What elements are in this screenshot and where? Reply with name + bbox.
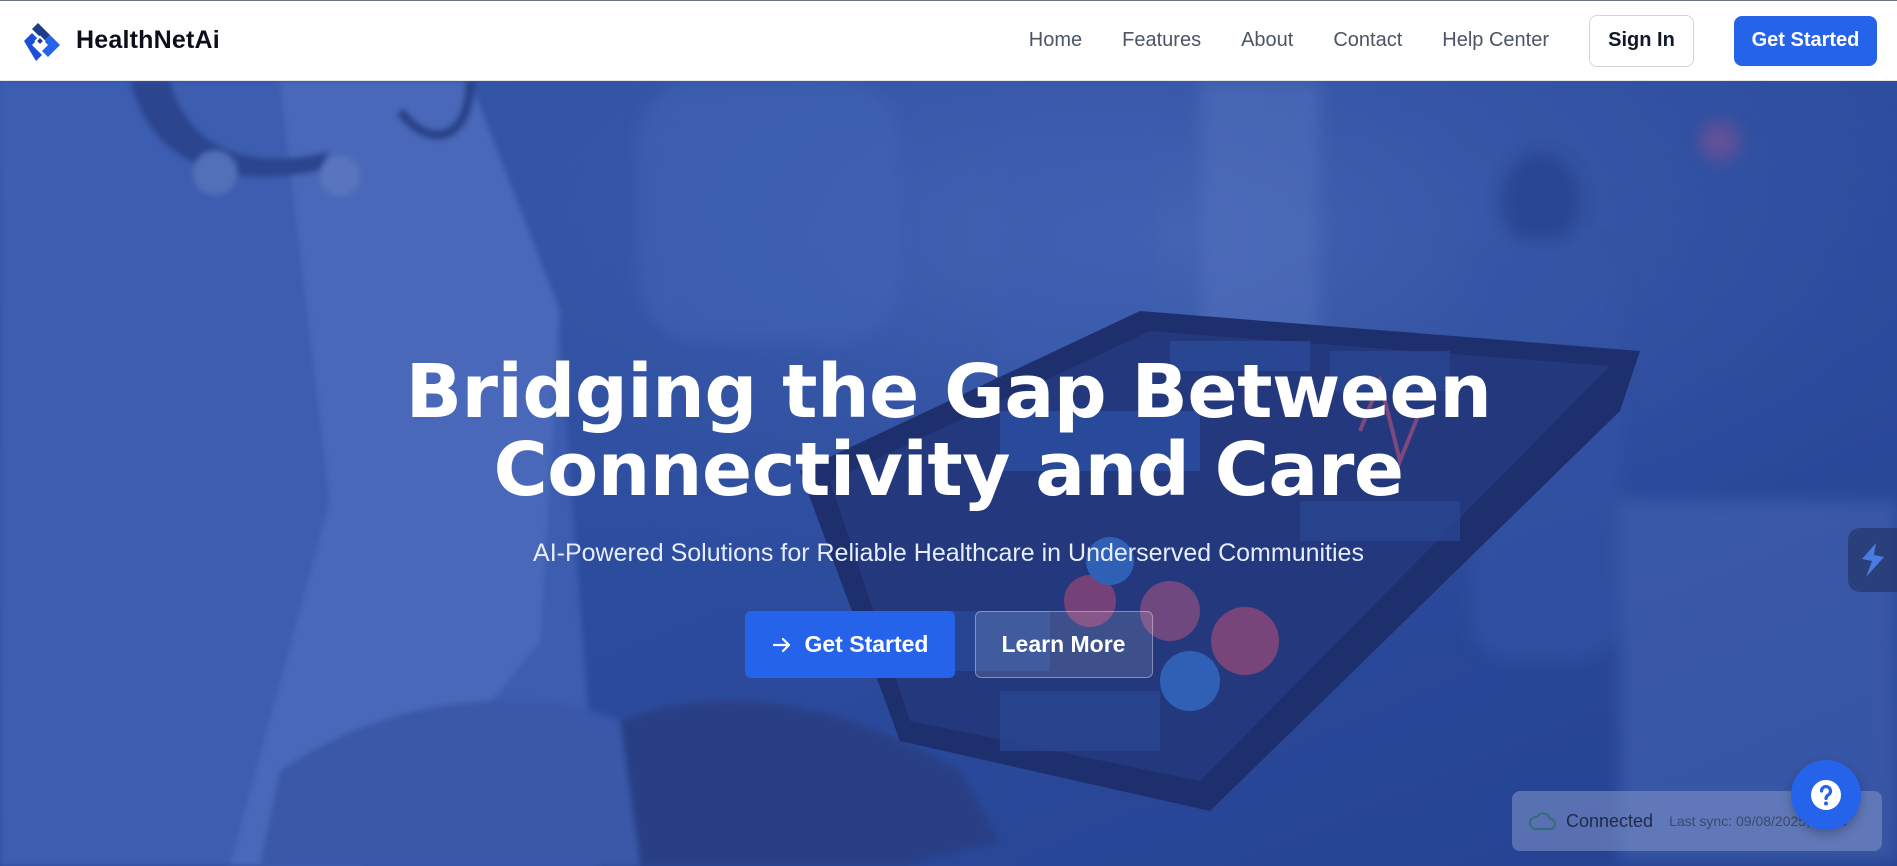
brand-link[interactable]: HealthNetAi: [20, 19, 220, 63]
nav-home[interactable]: Home: [1029, 29, 1082, 52]
nav-features[interactable]: Features: [1122, 29, 1201, 52]
hero-title-line-1: Bridging the Gap Between: [405, 349, 1492, 435]
top-navbar: HealthNetAi Home Features About Contact …: [0, 0, 1897, 81]
connection-status-label: Connected: [1566, 810, 1654, 831]
sign-in-button[interactable]: Sign In: [1589, 14, 1694, 67]
hero-title-line-2: Connectivity and Care: [493, 427, 1404, 513]
cloud-icon: [1528, 812, 1556, 830]
learn-more-button[interactable]: Learn More: [974, 611, 1153, 678]
hero-section: Bridging the Gap Between Connectivity an…: [0, 81, 1897, 866]
hero-get-started-label: Get Started: [804, 631, 929, 657]
hero-subtitle: AI-Powered Solutions for Reliable Health…: [533, 539, 1364, 567]
nav-get-started-button[interactable]: Get Started: [1734, 15, 1877, 66]
lightning-icon: [1862, 543, 1884, 577]
nav-about[interactable]: About: [1241, 29, 1293, 52]
hero-get-started-button[interactable]: Get Started: [744, 611, 955, 678]
side-panel-tab[interactable]: [1848, 528, 1897, 592]
question-mark-icon: [1811, 780, 1841, 810]
arrow-right-icon: [772, 637, 790, 652]
hero-title: Bridging the Gap Between Connectivity an…: [0, 353, 1897, 509]
help-button[interactable]: [1791, 760, 1861, 830]
brand-name: HealthNetAi: [76, 26, 220, 54]
hero-actions: Get Started Learn More: [0, 611, 1897, 678]
healthnetai-logo-icon: [24, 22, 60, 61]
nav-contact[interactable]: Contact: [1333, 29, 1402, 52]
main-nav: Home Features About Contact Help Center: [1029, 29, 1549, 52]
nav-help-center[interactable]: Help Center: [1442, 29, 1549, 52]
